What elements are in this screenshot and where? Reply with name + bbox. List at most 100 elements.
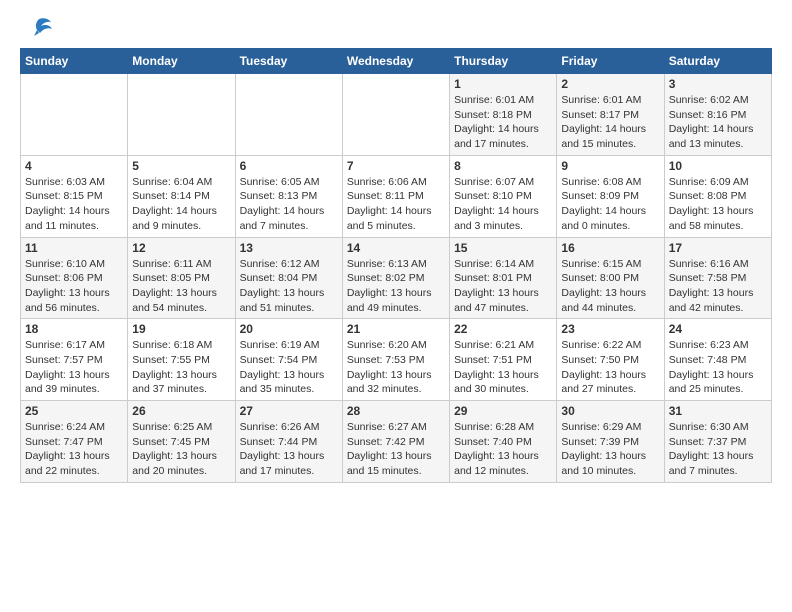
- day-info: Sunrise: 6:13 AM Sunset: 8:02 PM Dayligh…: [347, 257, 445, 316]
- day-info: Sunrise: 6:12 AM Sunset: 8:04 PM Dayligh…: [240, 257, 338, 316]
- weekday-header-sunday: Sunday: [21, 49, 128, 74]
- calendar-table: SundayMondayTuesdayWednesdayThursdayFrid…: [20, 48, 772, 483]
- day-info: Sunrise: 6:10 AM Sunset: 8:06 PM Dayligh…: [25, 257, 123, 316]
- day-info: Sunrise: 6:28 AM Sunset: 7:40 PM Dayligh…: [454, 420, 552, 479]
- day-info: Sunrise: 6:25 AM Sunset: 7:45 PM Dayligh…: [132, 420, 230, 479]
- calendar-cell: 15 Sunrise: 6:14 AM Sunset: 8:01 PM Dayli…: [450, 237, 557, 319]
- weekday-header-monday: Monday: [128, 49, 235, 74]
- calendar-cell: [128, 74, 235, 156]
- day-number: 14: [347, 241, 445, 255]
- day-number: 30: [561, 404, 659, 418]
- page: SundayMondayTuesdayWednesdayThursdayFrid…: [0, 0, 792, 493]
- calendar-cell: 25 Sunrise: 6:24 AM Sunset: 7:47 PM Dayli…: [21, 401, 128, 483]
- calendar-cell: 16 Sunrise: 6:15 AM Sunset: 8:00 PM Dayli…: [557, 237, 664, 319]
- calendar-cell: 10 Sunrise: 6:09 AM Sunset: 8:08 PM Dayli…: [664, 155, 771, 237]
- day-number: 22: [454, 322, 552, 336]
- day-number: 8: [454, 159, 552, 173]
- calendar-cell: 8 Sunrise: 6:07 AM Sunset: 8:10 PM Daylig…: [450, 155, 557, 237]
- calendar-cell: 13 Sunrise: 6:12 AM Sunset: 8:04 PM Dayli…: [235, 237, 342, 319]
- calendar-cell: 26Sunrise: 6:25 AM Sunset: 7:45 PM Dayli…: [128, 401, 235, 483]
- day-number: 27: [240, 404, 338, 418]
- weekday-header-saturday: Saturday: [664, 49, 771, 74]
- day-number: 25: [25, 404, 123, 418]
- calendar-cell: 31 Sunrise: 6:30 AM Sunset: 7:37 PM Dayli…: [664, 401, 771, 483]
- day-info: Sunrise: 6:06 AM Sunset: 8:11 PM Dayligh…: [347, 175, 445, 234]
- day-info: Sunrise: 6:09 AM Sunset: 8:08 PM Dayligh…: [669, 175, 767, 234]
- day-info: Sunrise: 6:05 AM Sunset: 8:13 PM Dayligh…: [240, 175, 338, 234]
- calendar-cell: 1 Sunrise: 6:01 AM Sunset: 8:18 PM Daylig…: [450, 74, 557, 156]
- day-number: 23: [561, 322, 659, 336]
- day-number: 10: [669, 159, 767, 173]
- calendar-cell: 27Sunrise: 6:26 AM Sunset: 7:44 PM Dayli…: [235, 401, 342, 483]
- calendar-cell: 11Sunrise: 6:10 AM Sunset: 8:06 PM Dayli…: [21, 237, 128, 319]
- day-info: Sunrise: 6:07 AM Sunset: 8:10 PM Dayligh…: [454, 175, 552, 234]
- logo-bird-icon: [23, 16, 53, 44]
- calendar-cell: 9 Sunrise: 6:08 AM Sunset: 8:09 PM Daylig…: [557, 155, 664, 237]
- calendar-cell: 23 Sunrise: 6:22 AM Sunset: 7:50 PM Dayli…: [557, 319, 664, 401]
- calendar-cell: [342, 74, 449, 156]
- calendar-cell: 3 Sunrise: 6:02 AM Sunset: 8:16 PM Daylig…: [664, 74, 771, 156]
- weekday-header-friday: Friday: [557, 49, 664, 74]
- calendar-cell: 14 Sunrise: 6:13 AM Sunset: 8:02 PM Dayli…: [342, 237, 449, 319]
- weekday-header-row: SundayMondayTuesdayWednesdayThursdayFrid…: [21, 49, 772, 74]
- day-info: Sunrise: 6:01 AM Sunset: 8:18 PM Dayligh…: [454, 93, 552, 152]
- calendar-cell: 28 Sunrise: 6:27 AM Sunset: 7:42 PM Dayli…: [342, 401, 449, 483]
- calendar-cell: 7 Sunrise: 6:06 AM Sunset: 8:11 PM Daylig…: [342, 155, 449, 237]
- day-number: 29: [454, 404, 552, 418]
- day-number: 4: [25, 159, 123, 173]
- calendar-cell: [235, 74, 342, 156]
- day-number: 28: [347, 404, 445, 418]
- weekday-header-tuesday: Tuesday: [235, 49, 342, 74]
- calendar-cell: 22 Sunrise: 6:21 AM Sunset: 7:51 PM Dayli…: [450, 319, 557, 401]
- day-number: 9: [561, 159, 659, 173]
- day-info: Sunrise: 6:17 AM Sunset: 7:57 PM Dayligh…: [25, 338, 123, 397]
- day-info: Sunrise: 6:27 AM Sunset: 7:42 PM Dayligh…: [347, 420, 445, 479]
- day-number: 21: [347, 322, 445, 336]
- day-info: Sunrise: 6:21 AM Sunset: 7:51 PM Dayligh…: [454, 338, 552, 397]
- day-info: Sunrise: 6:14 AM Sunset: 8:01 PM Dayligh…: [454, 257, 552, 316]
- day-number: 2: [561, 77, 659, 91]
- day-info: Sunrise: 6:08 AM Sunset: 8:09 PM Dayligh…: [561, 175, 659, 234]
- calendar-cell: 4 Sunrise: 6:03 AM Sunset: 8:15 PM Daylig…: [21, 155, 128, 237]
- day-number: 1: [454, 77, 552, 91]
- header: [20, 16, 772, 40]
- day-info: Sunrise: 6:23 AM Sunset: 7:48 PM Dayligh…: [669, 338, 767, 397]
- calendar-cell: 19Sunrise: 6:18 AM Sunset: 7:55 PM Dayli…: [128, 319, 235, 401]
- calendar-week-5: 25 Sunrise: 6:24 AM Sunset: 7:47 PM Dayli…: [21, 401, 772, 483]
- day-info: Sunrise: 6:22 AM Sunset: 7:50 PM Dayligh…: [561, 338, 659, 397]
- day-info: Sunrise: 6:02 AM Sunset: 8:16 PM Dayligh…: [669, 93, 767, 152]
- day-info: Sunrise: 6:24 AM Sunset: 7:47 PM Dayligh…: [25, 420, 123, 479]
- calendar-week-2: 4 Sunrise: 6:03 AM Sunset: 8:15 PM Daylig…: [21, 155, 772, 237]
- weekday-header-thursday: Thursday: [450, 49, 557, 74]
- day-number: 13: [240, 241, 338, 255]
- day-info: Sunrise: 6:11 AM Sunset: 8:05 PM Dayligh…: [132, 257, 230, 316]
- calendar-cell: 30 Sunrise: 6:29 AM Sunset: 7:39 PM Dayli…: [557, 401, 664, 483]
- calendar-cell: 17Sunrise: 6:16 AM Sunset: 7:58 PM Dayli…: [664, 237, 771, 319]
- day-info: Sunrise: 6:04 AM Sunset: 8:14 PM Dayligh…: [132, 175, 230, 234]
- calendar-cell: 2 Sunrise: 6:01 AM Sunset: 8:17 PM Daylig…: [557, 74, 664, 156]
- day-number: 19: [132, 322, 230, 336]
- calendar-cell: 12Sunrise: 6:11 AM Sunset: 8:05 PM Dayli…: [128, 237, 235, 319]
- calendar-cell: 21 Sunrise: 6:20 AM Sunset: 7:53 PM Dayli…: [342, 319, 449, 401]
- day-info: Sunrise: 6:15 AM Sunset: 8:00 PM Dayligh…: [561, 257, 659, 316]
- day-info: Sunrise: 6:20 AM Sunset: 7:53 PM Dayligh…: [347, 338, 445, 397]
- day-number: 16: [561, 241, 659, 255]
- day-number: 3: [669, 77, 767, 91]
- logo: [20, 16, 53, 40]
- calendar-cell: 20Sunrise: 6:19 AM Sunset: 7:54 PM Dayli…: [235, 319, 342, 401]
- day-info: Sunrise: 6:19 AM Sunset: 7:54 PM Dayligh…: [240, 338, 338, 397]
- day-info: Sunrise: 6:29 AM Sunset: 7:39 PM Dayligh…: [561, 420, 659, 479]
- day-number: 31: [669, 404, 767, 418]
- day-info: Sunrise: 6:30 AM Sunset: 7:37 PM Dayligh…: [669, 420, 767, 479]
- calendar-week-3: 11Sunrise: 6:10 AM Sunset: 8:06 PM Dayli…: [21, 237, 772, 319]
- day-number: 7: [347, 159, 445, 173]
- day-info: Sunrise: 6:03 AM Sunset: 8:15 PM Dayligh…: [25, 175, 123, 234]
- day-info: Sunrise: 6:01 AM Sunset: 8:17 PM Dayligh…: [561, 93, 659, 152]
- day-number: 6: [240, 159, 338, 173]
- calendar-cell: 18 Sunrise: 6:17 AM Sunset: 7:57 PM Dayli…: [21, 319, 128, 401]
- calendar-week-1: 1 Sunrise: 6:01 AM Sunset: 8:18 PM Daylig…: [21, 74, 772, 156]
- day-number: 17: [669, 241, 767, 255]
- day-number: 18: [25, 322, 123, 336]
- day-number: 15: [454, 241, 552, 255]
- calendar-week-4: 18 Sunrise: 6:17 AM Sunset: 7:57 PM Dayli…: [21, 319, 772, 401]
